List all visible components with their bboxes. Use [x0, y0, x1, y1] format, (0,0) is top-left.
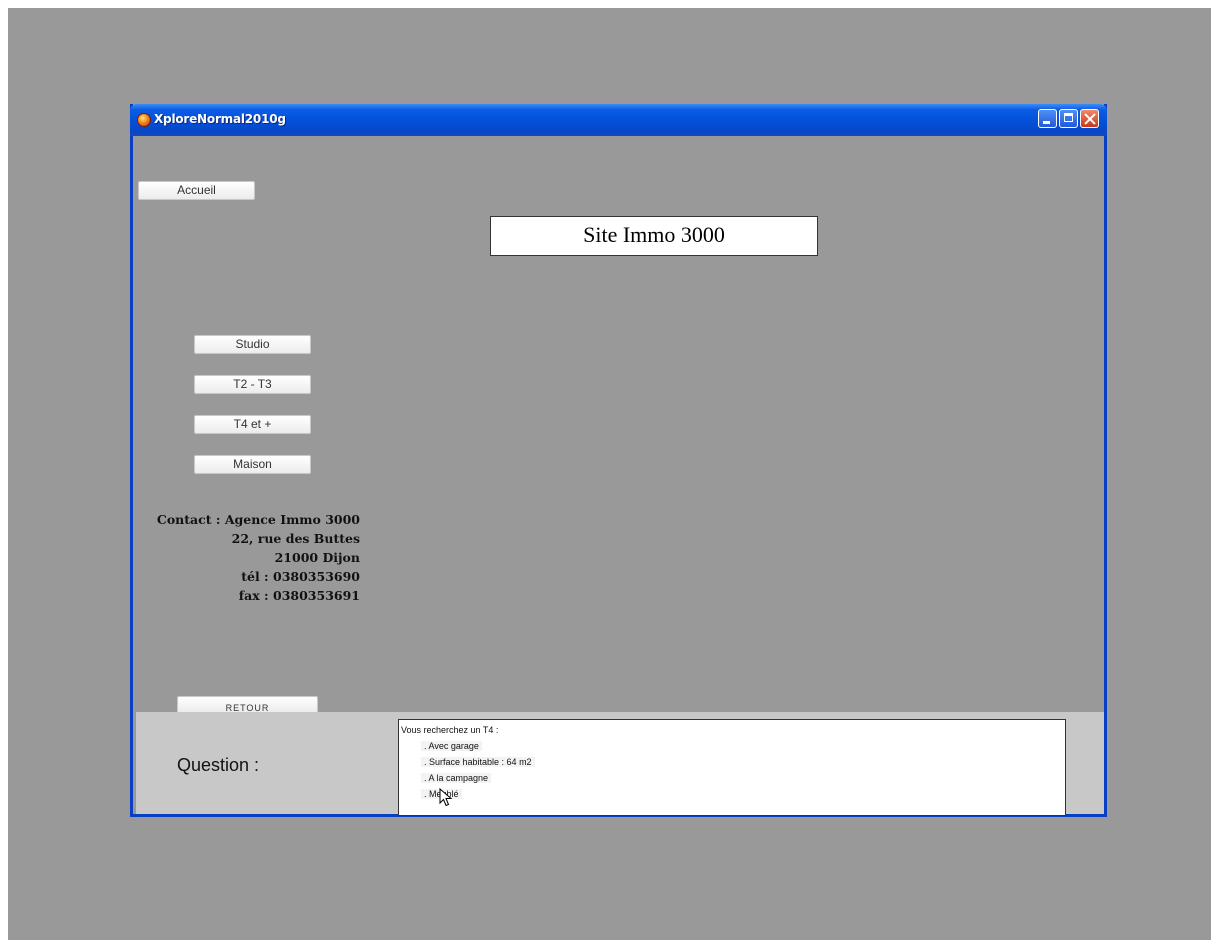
- question-text-box: Vous recherchez un T4 : . Avec garage . …: [398, 719, 1066, 816]
- criteria-item: . A la campagne: [421, 773, 492, 783]
- criteria-item: . Surface habitable : 64 m2: [421, 757, 535, 767]
- retour-button[interactable]: RETOUR: [177, 696, 318, 712]
- contact-fax: fax : 0380353691: [238, 588, 360, 603]
- desktop: XploreNormal2010g Accueil Site Immo 3000…: [8, 8, 1211, 940]
- t4-button[interactable]: T4 et +: [194, 415, 311, 434]
- question-intro: Vous recherchez un T4 :: [401, 725, 499, 735]
- contact-phone: tél : 0380353690: [241, 569, 360, 584]
- contact-block: Contact : Agence Immo 3000 22, rue des B…: [148, 510, 360, 605]
- contact-agency: Contact : Agence Immo 3000: [156, 512, 360, 527]
- window-title: XploreNormal2010g: [154, 112, 286, 126]
- maison-button[interactable]: Maison: [194, 455, 311, 474]
- site-title: Site Immo 3000: [490, 216, 818, 256]
- app-icon: [137, 113, 151, 127]
- studio-button[interactable]: Studio: [194, 335, 311, 354]
- close-icon[interactable]: [1080, 109, 1099, 128]
- app-window: XploreNormal2010g Accueil Site Immo 3000…: [130, 104, 1107, 817]
- mouse-cursor-icon: [439, 788, 453, 807]
- criteria-item: . Avec garage: [421, 741, 482, 751]
- question-panel: Question : Vous recherchez un T4 : . Ave…: [136, 712, 1104, 816]
- title-bar[interactable]: XploreNormal2010g: [130, 104, 1107, 136]
- contact-city: 21000 Dijon: [274, 550, 360, 565]
- contact-street: 22, rue des Buttes: [231, 531, 360, 546]
- t2-t3-button[interactable]: T2 - T3: [194, 375, 311, 394]
- maximize-icon[interactable]: [1059, 109, 1078, 128]
- question-label: Question :: [177, 755, 260, 775]
- minimize-icon[interactable]: [1038, 109, 1057, 128]
- accueil-button[interactable]: Accueil: [138, 181, 255, 200]
